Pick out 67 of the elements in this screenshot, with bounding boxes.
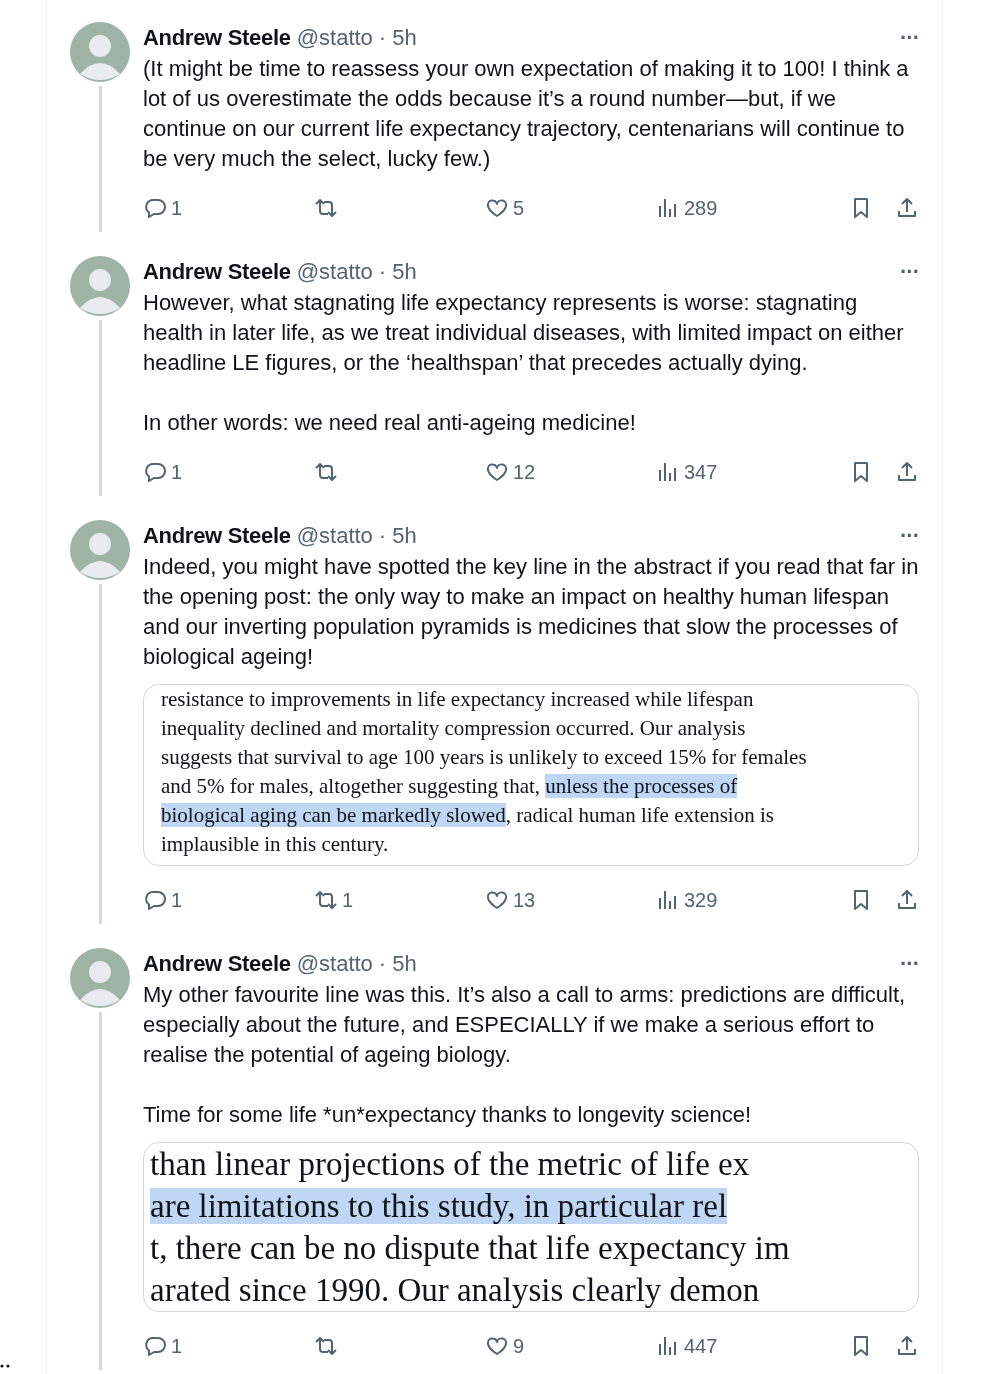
speech-bubble-icon <box>143 460 167 484</box>
author-handle[interactable]: @statto <box>296 25 373 51</box>
post-time[interactable]: 5h <box>392 523 417 549</box>
excerpt-line: t, there can be no dispute that life expectancy im <box>150 1229 791 1268</box>
heart-icon <box>485 460 509 484</box>
speech-bubble-icon <box>143 1334 167 1358</box>
more-button[interactable]: ··· <box>900 951 919 977</box>
repost-icon <box>314 888 338 912</box>
reply-button[interactable]: 1 <box>143 460 314 484</box>
reply-button[interactable]: 1 <box>143 196 314 220</box>
excerpt-line: resistance to improvements in life expectancy increased while lifespan <box>161 686 755 713</box>
heart-icon <box>485 1334 509 1358</box>
share-icon[interactable] <box>895 196 919 220</box>
post-time[interactable]: 5h <box>392 25 417 51</box>
post-text: In other words: we need real anti-ageing medicine! <box>143 409 637 437</box>
excerpt-line: biological aging can be markedly slowed, radical human life extension is <box>161 802 775 829</box>
author-name[interactable]: Andrew Steele <box>143 259 291 285</box>
share-icon[interactable] <box>895 460 919 484</box>
post-time[interactable]: 5h <box>392 951 417 977</box>
speech-bubble-icon <box>143 888 167 912</box>
excerpt-line: suggests that survival to age 100 years is unlikely to exceed 15% for females <box>161 744 808 771</box>
separator-dot: · <box>378 259 387 285</box>
like-button[interactable]: 5 <box>485 196 656 220</box>
excerpt-line: than linear projections of the metric of life ex <box>150 1145 751 1184</box>
author-handle[interactable]: @statto <box>296 951 373 977</box>
like-button[interactable]: 13 <box>485 888 656 912</box>
more-button[interactable]: ··· <box>900 259 919 285</box>
document-excerpt[interactable]: than linear projections of the metric of life ex are limitations to this study, in particular rel t, there can be no dispute that life expectancy im arated since 1990. Our analysis clearly demon <box>143 1142 919 1312</box>
views-button[interactable]: 329 <box>656 888 827 912</box>
excerpt-line: implausible in this century. <box>161 831 390 858</box>
repost-icon <box>314 460 338 484</box>
document-excerpt[interactable] <box>143 684 919 866</box>
author-name[interactable]: Andrew Steele <box>143 523 291 549</box>
more-button[interactable]: ··· <box>900 25 919 51</box>
repost-icon <box>314 196 338 220</box>
repost-button[interactable]: 1 <box>314 888 485 912</box>
post-text: However, what stagnating life expectancy represents is worse: stagnating health in later life, as we treat individual diseases, with limited impact on either headline LE figures, or the ‘healthspan’ that precedes actually dying. <box>143 289 905 377</box>
post-text: Time for some life *un*expectancy thanks to longevity science! <box>143 1101 753 1129</box>
separator-dot: · <box>378 523 387 549</box>
dots-icon <box>0 1364 10 1368</box>
reply-button[interactable]: 1 <box>143 888 314 912</box>
share-icon[interactable] <box>895 1334 919 1358</box>
views-button[interactable]: 289 <box>656 196 827 220</box>
views-button[interactable]: 447 <box>656 1334 827 1358</box>
post-time[interactable]: 5h <box>392 259 417 285</box>
like-button[interactable]: 12 <box>485 460 656 484</box>
more-button[interactable]: ··· <box>900 523 919 549</box>
author-name[interactable]: Andrew Steele <box>143 951 291 977</box>
like-button[interactable]: 9 <box>485 1334 656 1358</box>
repost-icon <box>314 1334 338 1358</box>
views-button[interactable]: 347 <box>656 460 827 484</box>
post-text: Indeed, you might have spotted the key line in the abstract if you read that far in the opening post: the only way to make an impact on healthy human lifespan and our inverting population pyramids is medicines that slow the processes of biological ageing! <box>143 553 919 671</box>
excerpt-line: and 5% for males, altogether suggesting that, unless the processes of <box>161 773 739 800</box>
separator-dot: · <box>378 951 387 977</box>
post-text: (It might be time to reassess your own expectation of making it to 100! I think a lot of us overestimate the odds because it’s a round number—but, if we continue on our current life expectancy trajectory, centenarians will continue to be very much the select, lucky few.) <box>143 55 910 173</box>
speech-bubble-icon <box>143 196 167 220</box>
heart-icon <box>485 888 509 912</box>
reply-button[interactable]: 1 <box>143 1334 314 1358</box>
author-name[interactable]: Andrew Steele <box>143 25 291 51</box>
excerpt-line: inequality declined and mortality compression occurred. Our analysis <box>161 715 747 742</box>
excerpt-line: arated since 1990. Our analysis clearly demon <box>150 1271 761 1310</box>
heart-icon <box>485 196 509 220</box>
author-handle[interactable]: @statto <box>296 523 373 549</box>
separator-dot: · <box>378 25 387 51</box>
share-icon[interactable] <box>895 888 919 912</box>
author-handle[interactable]: @statto <box>296 259 373 285</box>
post-text: My other favourite line was this. It’s also a call to arms: predictions are difficult, especially about the future, and ESPECIALLY if we make a serious effort to realise the potential of ageing biology. <box>143 981 907 1069</box>
